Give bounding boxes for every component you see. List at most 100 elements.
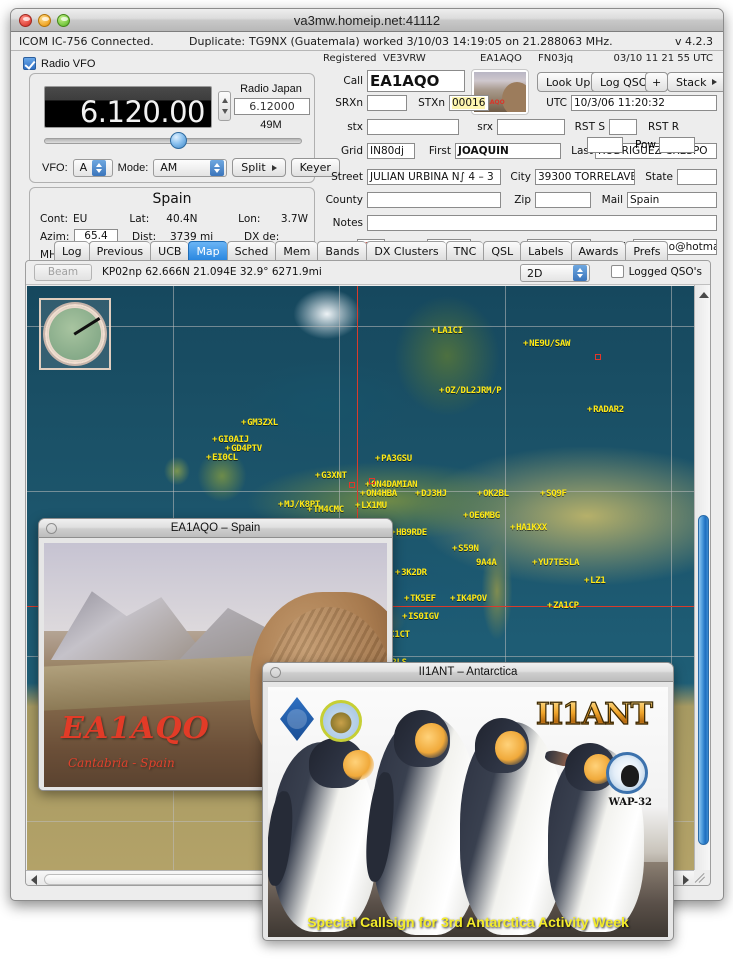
window-titlebar[interactable]: va3mw.homeip.net:41112 xyxy=(11,9,723,32)
tab-bands[interactable]: Bands xyxy=(317,241,366,260)
map-pin-ha1kxx[interactable]: HA1KXX xyxy=(510,523,547,533)
qsl-window-ii1ant[interactable]: II1ANT – Antarctica xyxy=(262,662,674,941)
map-pin-gm3zxl[interactable]: GM3ZXL xyxy=(241,418,278,428)
map-qso-marker[interactable] xyxy=(369,478,375,484)
county-input[interactable] xyxy=(367,192,501,208)
tab-mem[interactable]: Mem xyxy=(275,241,317,260)
grid-input[interactable]: IN80dj xyxy=(367,143,415,159)
header-callsign: EA1AQO xyxy=(480,53,522,64)
mail-input[interactable]: Spain xyxy=(627,192,717,208)
map-pin-ei0cl[interactable]: EI0CL xyxy=(206,453,238,463)
map-pin-ik4pov[interactable]: IK4POV xyxy=(450,594,487,604)
split-button[interactable]: Split xyxy=(232,158,285,177)
map-qso-marker[interactable] xyxy=(349,482,355,488)
call-input[interactable]: EA1AQO xyxy=(367,70,465,92)
vertical-scroll-thumb[interactable] xyxy=(698,515,709,845)
street-input[interactable]: JULIAN URBINA N∫ 4 – 3 xyxy=(367,169,501,185)
tab-awards[interactable]: Awards xyxy=(571,241,626,260)
tab-sched[interactable]: Sched xyxy=(227,241,276,260)
beam-button[interactable]: Beam xyxy=(34,264,92,281)
map-pin-za1cp[interactable]: ZA1CP xyxy=(547,601,579,611)
station-frequency-field[interactable]: 6.12000 xyxy=(234,98,310,115)
resize-grip-icon[interactable] xyxy=(694,870,709,885)
tab-prefs[interactable]: Prefs xyxy=(625,241,668,260)
qsl-card-subtitle: Cantabria - Spain xyxy=(68,756,175,770)
tab-log[interactable]: Log xyxy=(54,241,89,260)
srx-input[interactable] xyxy=(497,119,565,135)
state-input[interactable] xyxy=(677,169,717,185)
stepper-down-icon[interactable] xyxy=(222,109,228,114)
add-label: + xyxy=(652,76,661,89)
close-button[interactable] xyxy=(19,14,32,27)
map-pin-oe6mbg[interactable]: OE6MBG xyxy=(463,511,500,521)
map-pin-9a4a[interactable]: 9A4A xyxy=(475,558,496,568)
frequency-stepper[interactable] xyxy=(218,91,231,121)
lookup-button[interactable]: Look Up xyxy=(537,72,599,92)
map-pin-on4hba[interactable]: ON4HBA xyxy=(360,489,397,499)
utc-input[interactable]: 10/3/06 11:20:32 xyxy=(571,95,717,111)
rst-r-input[interactable] xyxy=(587,137,623,153)
zip-input[interactable] xyxy=(535,192,591,208)
map-pin-g3xnt[interactable]: G3XNT xyxy=(315,471,347,481)
stx-input[interactable] xyxy=(367,119,459,135)
srxn-input[interactable] xyxy=(367,95,407,111)
stack-button[interactable]: Stack xyxy=(667,72,724,92)
tab-labels[interactable]: Labels xyxy=(520,241,570,260)
radio-vfo-checkbox-row[interactable]: Radio VFO xyxy=(23,57,95,70)
map-pin-3k2dr[interactable]: 3K2DR xyxy=(395,568,427,578)
add-button[interactable]: + xyxy=(645,72,668,92)
first-name-input[interactable]: JOAQUIN xyxy=(455,143,561,159)
map-pin-sq9f[interactable]: SQ9F xyxy=(540,489,567,499)
map-pin-radar2[interactable]: RADAR2 xyxy=(587,405,624,415)
view-mode-select[interactable]: 2D xyxy=(520,264,590,282)
qsl-window-titlebar[interactable]: EA1AQO – Spain xyxy=(39,519,392,538)
split-label: Split xyxy=(241,161,265,174)
scroll-right-arrow-icon[interactable] xyxy=(683,875,689,885)
mode-select[interactable]: AM xyxy=(153,159,227,177)
map-pin-lz1[interactable]: LZ1 xyxy=(584,576,605,586)
map-vertical-scrollbar[interactable] xyxy=(694,285,710,870)
map-pin-s59n[interactable]: S59N xyxy=(452,544,479,554)
map-pin-pa3gsu[interactable]: PA3GSU xyxy=(375,454,412,464)
stxn-input[interactable]: 00016 xyxy=(449,95,489,111)
logged-qsos-label: Logged QSO's xyxy=(629,266,702,278)
rst-s-input[interactable] xyxy=(609,119,637,135)
map-pin-ok2bl[interactable]: OK2BL xyxy=(477,489,509,499)
tab-previous[interactable]: Previous xyxy=(89,241,151,260)
map-pin-hb9rde[interactable]: HB9RDE xyxy=(390,528,427,538)
close-button[interactable] xyxy=(270,667,281,678)
map-pin-is0igv[interactable]: IS0IGV xyxy=(402,612,439,622)
close-button[interactable] xyxy=(46,523,57,534)
frequency-display[interactable]: 6.120.00 xyxy=(44,86,212,128)
tab-qsl[interactable]: QSL xyxy=(483,241,520,260)
map-pin-oz-dl2jrm-p[interactable]: OZ/DL2JRM/P xyxy=(439,386,501,396)
qsl-window-titlebar[interactable]: II1ANT – Antarctica xyxy=(263,663,673,682)
map-pin-tm4cmc[interactable]: TM4CMC xyxy=(307,505,344,515)
map-pin-la1ci[interactable]: LA1CI xyxy=(431,326,463,336)
beam-compass[interactable] xyxy=(39,298,111,370)
scroll-up-arrow-icon[interactable] xyxy=(699,292,709,298)
map-pin-tk5ef[interactable]: TK5EF xyxy=(404,594,436,604)
tab-map[interactable]: Map xyxy=(188,241,226,260)
tab-dx-clusters[interactable]: DX Clusters xyxy=(366,241,445,260)
map-pin-yu7tesla[interactable]: YU7TESLA xyxy=(532,558,579,568)
stepper-up-icon[interactable] xyxy=(222,98,228,103)
map-pin-dj3hj[interactable]: DJ3HJ xyxy=(415,489,447,499)
map-qso-marker[interactable] xyxy=(595,354,601,360)
vfo-select[interactable]: A xyxy=(73,159,113,177)
tab-tnc[interactable]: TNC xyxy=(446,241,484,260)
logged-qsos-checkbox-row[interactable]: Logged QSO's xyxy=(611,265,702,278)
city-input[interactable]: 39300 TORRELAVEG xyxy=(535,169,635,185)
checkbox-checked-icon[interactable] xyxy=(23,57,36,70)
tuning-slider-knob[interactable] xyxy=(170,132,187,149)
map-pin-lx1mu[interactable]: LX1MU xyxy=(355,501,387,511)
zoom-button[interactable] xyxy=(57,14,70,27)
pow-input[interactable] xyxy=(659,137,695,153)
map-pin-ne9u-saw[interactable]: NE9U/SAW xyxy=(523,339,570,349)
minimize-button[interactable] xyxy=(38,14,51,27)
scroll-left-arrow-icon[interactable] xyxy=(31,875,37,885)
notes-input[interactable] xyxy=(367,215,717,231)
cont-label: Cont: xyxy=(40,213,73,225)
checkbox-unchecked-icon[interactable] xyxy=(611,265,624,278)
tab-ucb[interactable]: UCB xyxy=(150,241,188,260)
